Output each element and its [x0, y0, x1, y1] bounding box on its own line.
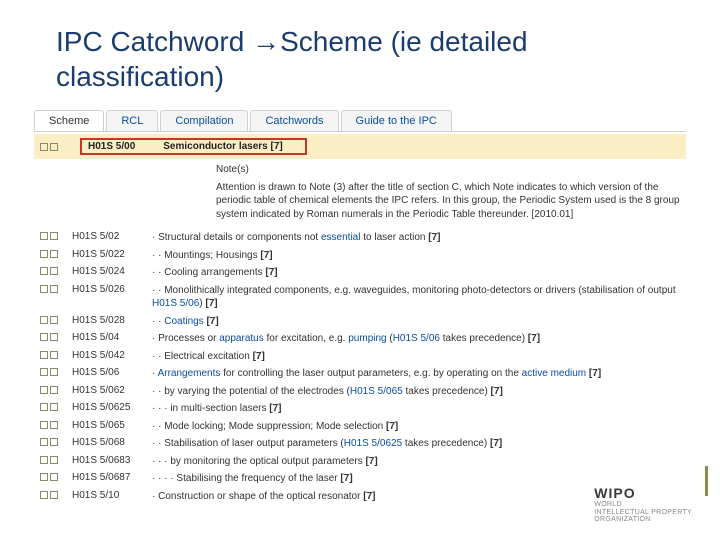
table-row: H01S 5/04 · Processes or apparatus for ex…: [34, 330, 686, 348]
tab-scheme[interactable]: Scheme: [34, 110, 104, 131]
accent-bar: [705, 466, 708, 496]
table-row: H01S 5/10· Construction or shape of the …: [34, 488, 686, 506]
tree-icon[interactable]: [50, 421, 58, 429]
tree-icon[interactable]: [50, 491, 58, 499]
row-desc: · · · · Stabilising the frequency of the…: [152, 472, 680, 486]
row-code[interactable]: H01S 5/02: [72, 231, 142, 242]
row-code[interactable]: H01S 5/028: [72, 315, 142, 326]
table-row: H01S 5/042 · · Electrical excitation [7]: [34, 348, 686, 366]
highlight-box: H01S 5/00 Semiconductor lasers [7]: [80, 138, 307, 155]
tree-icon[interactable]: [50, 316, 58, 324]
row-desc: · Structural details or components not e…: [152, 231, 680, 245]
tree-icon[interactable]: [40, 267, 48, 275]
note-title: Note(s): [216, 163, 686, 177]
table-row: H01S 5/0625 · · · in multi-section lasers…: [34, 400, 686, 418]
tree-icon[interactable]: [40, 232, 48, 240]
tree-icon[interactable]: [40, 316, 48, 324]
row-code[interactable]: H01S 5/024: [72, 266, 142, 277]
tree-icon[interactable]: [40, 351, 48, 359]
tab-catchwords[interactable]: Catchwords: [250, 110, 338, 131]
scheme-panel: SchemeRCLCompilationCatchwordsGuide to t…: [0, 110, 720, 505]
wipo-line1: WORLD: [594, 501, 692, 509]
classification-list: H01S 5/02 · Structural details or compone…: [34, 229, 686, 505]
row-code[interactable]: H01S 5/042: [72, 350, 142, 361]
tree-icon[interactable]: [50, 438, 58, 446]
table-row: H01S 5/028 · · Coatings [7]: [34, 313, 686, 331]
tree-icon[interactable]: [50, 368, 58, 376]
tree-icon[interactable]: [50, 333, 58, 341]
tree-icon[interactable]: [50, 386, 58, 394]
tree-icon[interactable]: [40, 421, 48, 429]
row-code[interactable]: H01S 5/10: [72, 490, 142, 501]
tree-icon[interactable]: [40, 456, 48, 464]
tree-icon[interactable]: [40, 333, 48, 341]
row-code[interactable]: H01S 5/062: [72, 385, 142, 396]
row-code[interactable]: H01S 5/0687: [72, 472, 142, 483]
wipo-logo: WIPO: [594, 486, 692, 501]
row-code[interactable]: H01S 5/065: [72, 420, 142, 431]
tree-icon[interactable]: [40, 438, 48, 446]
table-row: H01S 5/026 · · Monolithically integrated …: [34, 282, 686, 313]
tree-icon[interactable]: [50, 473, 58, 481]
table-row: H01S 5/065 · · Mode locking; Mode suppres…: [34, 418, 686, 436]
row-code[interactable]: H01S 5/022: [72, 249, 142, 260]
wipo-line2: INTELLECTUAL PROPERTY: [594, 509, 692, 517]
table-row: H01S 5/02 · Structural details or compone…: [34, 229, 686, 247]
table-row: H01S 5/062 · · by varying the potential o…: [34, 383, 686, 401]
row-code[interactable]: H01S 5/0683: [72, 455, 142, 466]
row-desc: · · by varying the potential of the elec…: [152, 385, 680, 399]
row-code[interactable]: H01S 5/0625: [72, 402, 142, 413]
table-row: H01S 5/0687 · · · · Stabilising the frequ…: [34, 470, 686, 488]
row-desc: · · Mountings; Housings [7]: [152, 249, 680, 263]
tree-icon[interactable]: [50, 267, 58, 275]
highlight-code: H01S 5/00: [88, 141, 135, 152]
row-desc: · · Coatings [7]: [152, 315, 680, 329]
tree-icon[interactable]: [50, 456, 58, 464]
tree-icon[interactable]: [40, 491, 48, 499]
tree-icon[interactable]: [40, 473, 48, 481]
row-desc: · · Stabilisation of laser output parame…: [152, 437, 680, 451]
tree-icon[interactable]: [50, 403, 58, 411]
row-desc: · · · in multi-section lasers [7]: [152, 402, 680, 416]
tree-icon[interactable]: [40, 250, 48, 258]
tabs-bar: SchemeRCLCompilationCatchwordsGuide to t…: [34, 110, 686, 132]
tab-rcl[interactable]: RCL: [106, 110, 158, 131]
table-row: H01S 5/068 · · Stabilisation of laser out…: [34, 435, 686, 453]
row-desc: · · Electrical excitation [7]: [152, 350, 680, 364]
tree-icon[interactable]: [50, 250, 58, 258]
page-title: IPC Catchword →Scheme (ie detailed class…: [0, 0, 720, 110]
tree-icon[interactable]: [50, 285, 58, 293]
tab-guide-to-the-ipc[interactable]: Guide to the IPC: [341, 110, 452, 131]
tree-icon[interactable]: [40, 403, 48, 411]
tree-icon[interactable]: [50, 232, 58, 240]
row-desc: · Processes or apparatus for excitation,…: [152, 332, 680, 346]
table-row: H01S 5/0683 · · · by monitoring the optic…: [34, 453, 686, 471]
tree-icon[interactable]: [40, 285, 48, 293]
row-desc: · · Monolithically integrated components…: [152, 284, 680, 311]
tree-icon[interactable]: [40, 386, 48, 394]
tree-icon[interactable]: [50, 351, 58, 359]
table-row: H01S 5/06 · Arrangements for controlling …: [34, 365, 686, 383]
tab-compilation[interactable]: Compilation: [160, 110, 248, 131]
note-block: Note(s) Attention is drawn to Note (3) a…: [34, 159, 686, 229]
note-body: Attention is drawn to Note (3) after the…: [216, 181, 686, 222]
highlight-row: H01S 5/00 Semiconductor lasers [7]: [34, 134, 686, 159]
row-code[interactable]: H01S 5/068: [72, 437, 142, 448]
row-desc: · · · by monitoring the optical output p…: [152, 455, 680, 469]
table-row: H01S 5/022 · · Mountings; Housings [7]: [34, 247, 686, 265]
row-desc: · Arrangements for controlling the laser…: [152, 367, 680, 381]
tree-icon[interactable]: [40, 368, 48, 376]
tree-icon[interactable]: [50, 143, 58, 151]
wipo-line3: ORGANIZATION: [594, 516, 692, 524]
row-desc: · · Mode locking; Mode suppression; Mode…: [152, 420, 680, 434]
wipo-branding: WIPO WORLD INTELLECTUAL PROPERTY ORGANIZ…: [594, 486, 692, 524]
highlight-desc: Semiconductor lasers [7]: [163, 141, 282, 152]
row-desc: · · Cooling arrangements [7]: [152, 266, 680, 280]
table-row: H01S 5/024 · · Cooling arrangements [7]: [34, 264, 686, 282]
row-code[interactable]: H01S 5/06: [72, 367, 142, 378]
row-code[interactable]: H01S 5/026: [72, 284, 142, 295]
row-code[interactable]: H01S 5/04: [72, 332, 142, 343]
tree-icon[interactable]: [40, 143, 48, 151]
